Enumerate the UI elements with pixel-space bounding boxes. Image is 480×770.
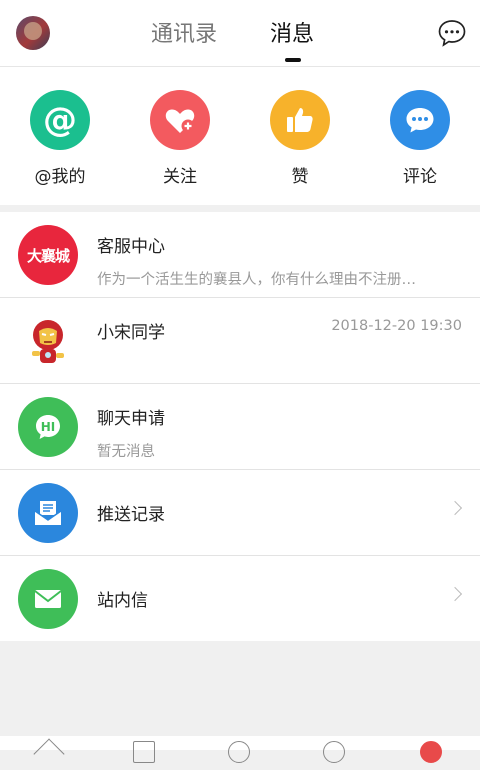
quick-action-label: @我的: [34, 167, 86, 187]
message-row-push-records[interactable]: 推送记录: [0, 470, 480, 556]
bottom-nav: [0, 736, 480, 770]
logo-text: 大襄城: [26, 246, 70, 265]
tab-contacts[interactable]: 通讯录: [151, 20, 217, 50]
circle-icon[interactable]: [228, 741, 250, 763]
hi-chat-icon: HI: [18, 397, 78, 457]
quick-action-label: 评论: [403, 167, 437, 187]
quick-actions: @ @我的 关注 赞 评论: [0, 67, 480, 205]
home-icon[interactable]: [33, 738, 65, 770]
quick-action-follow[interactable]: 关注: [140, 90, 220, 187]
hi-text: HI: [40, 420, 56, 434]
user-avatar[interactable]: [16, 16, 50, 50]
thumbs-up-icon: [270, 90, 330, 150]
daxiangcheng-logo: 大襄城: [18, 225, 78, 285]
ironman-avatar: [18, 311, 78, 371]
message-title: 聊天申请: [97, 409, 165, 429]
quick-action-label: 赞: [291, 167, 309, 187]
mail-icon: [18, 569, 78, 629]
profile-icon[interactable]: [323, 741, 345, 763]
chat-bubble-icon[interactable]: [437, 18, 467, 48]
message-row-xiaosong[interactable]: 小宋同学 2018-12-20 19:30: [0, 298, 480, 384]
badge-icon[interactable]: [420, 741, 442, 763]
message-list: 大襄城 客服中心 作为一个活生生的襄县人，你有什么理由不注册… 小宋同学 201…: [0, 212, 480, 641]
message-title: 客服中心: [97, 237, 165, 257]
message-title: 推送记录: [97, 505, 165, 525]
chevron-right-icon: [447, 586, 463, 602]
top-header: 通讯录 消息: [0, 0, 480, 67]
at-icon: @: [30, 90, 90, 150]
message-row-site-mail[interactable]: 站内信: [0, 556, 480, 641]
quick-action-comments[interactable]: 评论: [380, 90, 460, 187]
inbox-icon: [18, 483, 78, 543]
message-preview: 作为一个活生生的襄县人，你有什么理由不注册…: [97, 272, 416, 288]
active-tab-indicator: [285, 58, 301, 62]
quick-action-label: 关注: [163, 167, 197, 187]
comment-icon: [390, 90, 450, 150]
quick-action-likes[interactable]: 赞: [260, 90, 340, 187]
message-preview: 暂无消息: [97, 444, 155, 460]
message-title: 小宋同学: [97, 323, 165, 343]
tab-messages[interactable]: 消息: [270, 20, 314, 50]
heart-plus-icon: [150, 90, 210, 150]
message-time: 2018-12-20 19:30: [331, 318, 462, 334]
message-row-chat-request[interactable]: HI 聊天申请 暂无消息: [0, 384, 480, 470]
message-title: 站内信: [97, 591, 148, 611]
square-icon[interactable]: [133, 741, 155, 763]
message-row-customer-service[interactable]: 大襄城 客服中心 作为一个活生生的襄县人，你有什么理由不注册…: [0, 212, 480, 298]
chevron-right-icon: [447, 500, 463, 516]
quick-action-mentions[interactable]: @ @我的: [20, 90, 100, 187]
